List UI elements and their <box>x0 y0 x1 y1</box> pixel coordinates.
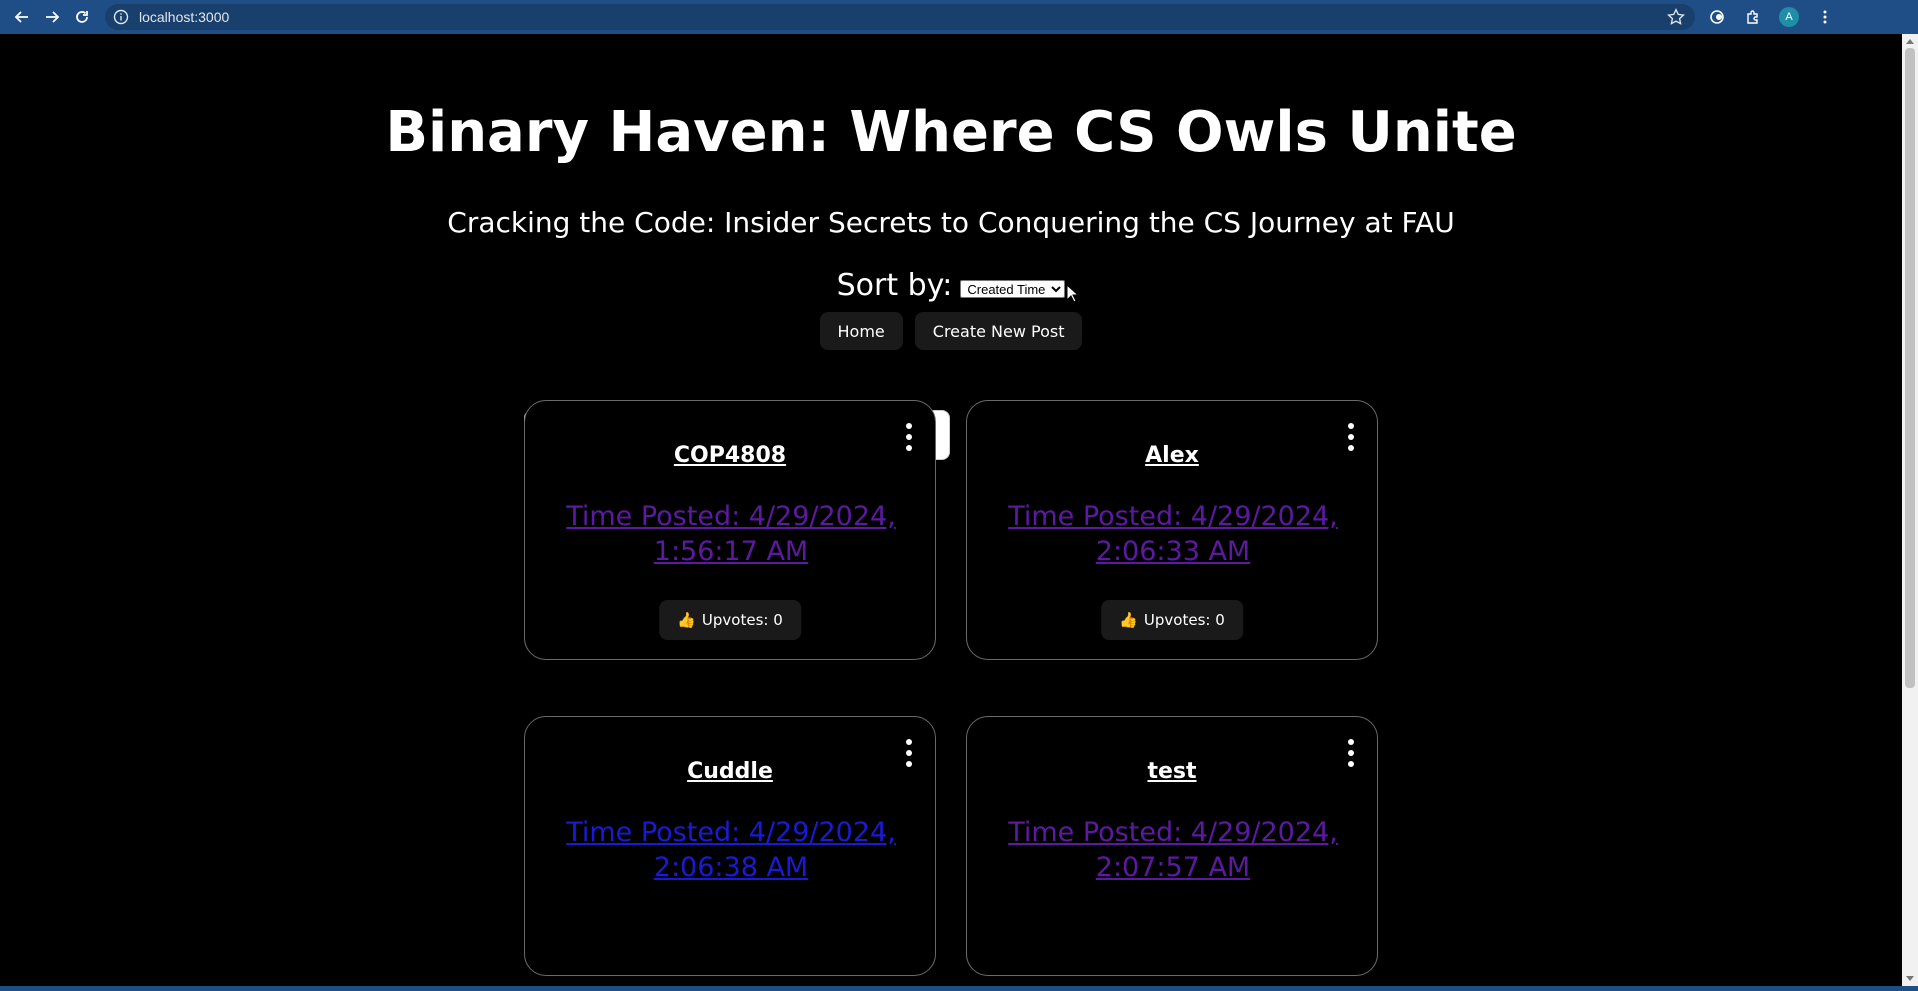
page-scrollbar[interactable] <box>1902 34 1918 986</box>
post-card[interactable]: Alex Time Posted: 4/29/2024, 2:06:33 AM … <box>966 400 1378 660</box>
sort-select[interactable]: Created Time <box>960 279 1066 298</box>
browser-toolbar: localhost:3000 A <box>0 0 1918 34</box>
post-card[interactable]: test Time Posted: 4/29/2024, 2:07:57 AM <box>966 716 1378 976</box>
post-title[interactable]: Cuddle <box>525 759 935 784</box>
page-subtitle: Cracking the Code: Insider Secrets to Co… <box>447 206 1455 239</box>
back-button[interactable] <box>9 4 35 30</box>
post-card[interactable]: Cuddle Time Posted: 4/29/2024, 2:06:38 A… <box>524 716 936 976</box>
sort-label: Sort by: <box>836 268 953 303</box>
page-content: Binary Haven: Where CS Owls Unite Cracki… <box>0 34 1902 986</box>
extensions-button[interactable] <box>1743 7 1763 27</box>
browser-menu-button[interactable] <box>1815 7 1835 27</box>
post-time-link[interactable]: Time Posted: 4/29/2024, 2:07:57 AM <box>997 815 1349 885</box>
dot-icon <box>906 434 912 440</box>
post-card[interactable]: COP4808 Time Posted: 4/29/2024, 1:56:17 … <box>524 400 936 660</box>
post-time-link[interactable]: Time Posted: 4/29/2024, 2:06:33 AM <box>997 499 1349 569</box>
upvote-count: Upvotes: 0 <box>701 611 783 629</box>
thumbs-up-icon: 👍 <box>1119 611 1138 629</box>
dot-icon <box>1348 434 1354 440</box>
upvote-button[interactable]: 👍 Upvotes: 0 <box>659 600 801 640</box>
scrollbar-thumb[interactable] <box>1905 48 1915 688</box>
upvote-count: Upvotes: 0 <box>1143 611 1225 629</box>
arrow-left-icon <box>14 11 28 23</box>
bookmark-star-icon[interactable] <box>1667 8 1685 26</box>
vertical-dots-icon <box>1823 10 1827 24</box>
reload-icon <box>76 11 88 23</box>
dot-icon <box>1348 423 1354 429</box>
extension-icon[interactable] <box>1707 7 1727 27</box>
nav-buttons: Home Create New Post <box>0 312 1902 350</box>
puzzle-icon <box>1747 10 1758 24</box>
post-title[interactable]: COP4808 <box>525 443 935 468</box>
home-button[interactable]: Home <box>819 312 903 350</box>
post-title[interactable]: test <box>967 759 1377 784</box>
create-post-button[interactable]: Create New Post <box>914 312 1083 350</box>
dot-icon <box>906 750 912 756</box>
address-bar[interactable]: localhost:3000 <box>105 4 1695 30</box>
reload-button[interactable] <box>69 4 95 30</box>
dot-icon <box>1348 739 1354 745</box>
page-title: Binary Haven: Where CS Owls Unite <box>385 100 1517 165</box>
color-picker-icon <box>1710 10 1724 24</box>
sort-control: Sort by: Created Time <box>0 268 1902 303</box>
url-text: localhost:3000 <box>139 9 230 25</box>
site-info-icon[interactable] <box>113 9 129 25</box>
post-title[interactable]: Alex <box>967 443 1377 468</box>
post-time-link[interactable]: Time Posted: 4/29/2024, 1:56:17 AM <box>555 499 907 569</box>
thumbs-up-icon: 👍 <box>677 611 696 629</box>
forward-button[interactable] <box>39 4 65 30</box>
profile-avatar[interactable]: A <box>1779 7 1799 27</box>
upvote-button[interactable]: 👍 Upvotes: 0 <box>1101 600 1243 640</box>
dot-icon <box>906 423 912 429</box>
dot-icon <box>906 739 912 745</box>
post-time-link[interactable]: Time Posted: 4/29/2024, 2:06:38 AM <box>555 815 907 885</box>
taskbar-edge <box>0 986 1918 991</box>
mouse-cursor-icon <box>1066 284 1080 303</box>
scroll-up-arrow-icon[interactable] <box>1902 34 1918 48</box>
dot-icon <box>1348 750 1354 756</box>
scroll-down-arrow-icon[interactable] <box>1902 972 1918 986</box>
arrow-right-icon <box>46 11 60 23</box>
